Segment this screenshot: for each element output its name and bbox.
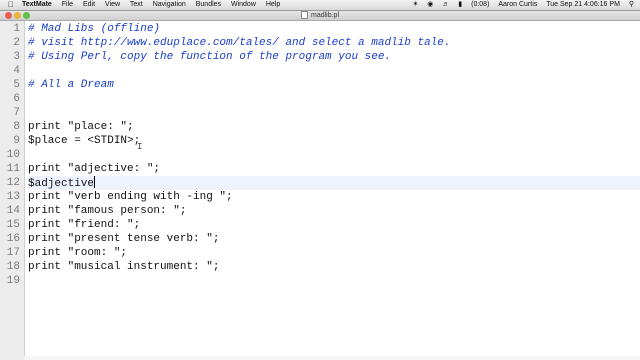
code-line[interactable]: print "famous person: ";	[28, 204, 640, 218]
code-line-text: print "place: ";	[28, 121, 134, 133]
line-number: 5	[13, 79, 20, 91]
code-line[interactable]: print "place: ";	[28, 120, 640, 134]
line-number: 3	[13, 51, 20, 63]
code-line[interactable]: # Mad Libs (offline)	[28, 22, 640, 36]
document-icon	[300, 11, 308, 20]
code-line[interactable]: print "present tense verb: ";	[28, 232, 640, 246]
code-line[interactable]: print "adjective: ";	[28, 162, 640, 176]
code-line[interactable]: print "musical instrument: ";	[28, 260, 640, 274]
menu-navigation[interactable]: Navigation	[153, 1, 186, 8]
menu-help[interactable]: Help	[266, 1, 280, 8]
line-number: 15	[6, 219, 20, 231]
code-line-text: print "adjective: ";	[28, 163, 161, 175]
code-line-text: print "friend: ";	[28, 219, 141, 231]
window-title-text: madlib.pl	[310, 12, 339, 19]
battery-icon[interactable]: ▮	[458, 1, 462, 8]
menu-view[interactable]: View	[105, 1, 120, 8]
code-line-text: # Using Perl, copy the function of the p…	[28, 51, 392, 63]
code-line[interactable]: # visit http://www.eduplace.com/tales/ a…	[28, 36, 640, 50]
spotlight-icon[interactable]: ⚲	[629, 1, 634, 8]
line-number: 12	[6, 177, 20, 189]
code-line-text: print "present tense verb: ";	[28, 233, 220, 245]
line-number: 8	[13, 121, 20, 133]
line-number: 18	[6, 261, 20, 273]
code-line-text: print "famous person: ";	[28, 205, 187, 217]
line-number: 11	[6, 163, 20, 175]
line-number: 14	[6, 205, 20, 217]
menu-bar:  TextMate File Edit View Text Navigatio…	[0, 0, 640, 11]
line-number: 19	[6, 275, 20, 287]
volume-icon[interactable]: ♬	[442, 1, 449, 8]
window-titlebar: madlib.pl	[0, 11, 640, 21]
code-line-text: # Mad Libs (offline)	[28, 23, 161, 35]
menu-bundles[interactable]: Bundles	[196, 1, 221, 8]
code-area[interactable]: # Mad Libs (offline) # visit http://www.e…	[28, 21, 640, 360]
code-line-text: # All a Dream	[28, 79, 114, 91]
horizontal-scrollbar[interactable]	[24, 356, 640, 360]
code-line[interactable]	[28, 148, 640, 162]
menu-edit[interactable]: Edit	[83, 1, 95, 8]
mouse-cursor-icon: I	[137, 142, 143, 152]
line-number: 2	[13, 37, 20, 49]
line-number: 9	[13, 135, 20, 147]
code-line-text: $place = <STDIN>;	[28, 135, 141, 147]
menu-file[interactable]: File	[62, 1, 73, 8]
line-number: 13	[6, 191, 20, 203]
code-line-text: print "room: ";	[28, 247, 128, 259]
code-line[interactable]	[28, 274, 640, 288]
code-line[interactable]: print "room: ";	[28, 246, 640, 260]
code-line[interactable]: # Using Perl, copy the function of the p…	[28, 50, 640, 64]
text-caret	[94, 176, 96, 188]
line-number: 6	[13, 93, 20, 105]
wifi-icon[interactable]: ◉	[427, 1, 433, 8]
line-number: 4	[13, 65, 20, 77]
line-number: 7	[13, 107, 20, 119]
line-number: 16	[6, 233, 20, 245]
line-number: 10	[6, 149, 20, 161]
line-number: 1	[13, 23, 20, 35]
code-line-text: print "musical instrument: ";	[28, 261, 220, 273]
current-code-line[interactable]: $adjective	[28, 176, 640, 190]
user-menu[interactable]: Aaron Curtis	[498, 1, 537, 8]
clock[interactable]: Tue Sep 21 4:06:16 PM	[546, 1, 620, 8]
code-line[interactable]: # All a Dream	[28, 78, 640, 92]
menu-text[interactable]: Text	[130, 1, 143, 8]
code-line[interactable]	[28, 92, 640, 106]
menu-textmate[interactable]: TextMate	[22, 1, 52, 8]
code-line-text: print "verb ending with -ing ";	[28, 191, 233, 203]
menu-items: TextMate File Edit View Text Navigation …	[22, 0, 288, 10]
code-line[interactable]: $place = <STDIN>;	[28, 134, 640, 148]
code-line[interactable]: print "friend: ";	[28, 218, 640, 232]
menu-window[interactable]: Window	[231, 1, 256, 8]
code-line-text: # visit http://www.eduplace.com/tales/ a…	[28, 37, 451, 49]
code-line[interactable]: print "verb ending with -ing ";	[28, 190, 640, 204]
battery-status: (0:08)	[471, 1, 490, 8]
line-number-gutter: 1 2 3 4 5 6 7 8 9 10 11 12 13 14 15 16 17 18 19	[0, 21, 25, 360]
bluetooth-icon[interactable]: ✶	[412, 1, 418, 8]
code-line-text: $adjective	[28, 178, 95, 190]
text-editor[interactable]: 1 2 3 4 5 6 7 8 9 10 11 12 13 14 15 16 17 18 19 # Mad Libs…	[0, 21, 640, 360]
apple-icon[interactable]: 	[8, 0, 14, 10]
status-area: ✶ ◉ ♬ ▮ (0:08) Aaron Curtis Tue Sep 21 4…	[405, 0, 634, 10]
code-line[interactable]	[28, 106, 640, 120]
line-number: 17	[6, 247, 20, 259]
code-line[interactable]	[28, 64, 640, 78]
window-title: madlib.pl	[0, 11, 640, 20]
